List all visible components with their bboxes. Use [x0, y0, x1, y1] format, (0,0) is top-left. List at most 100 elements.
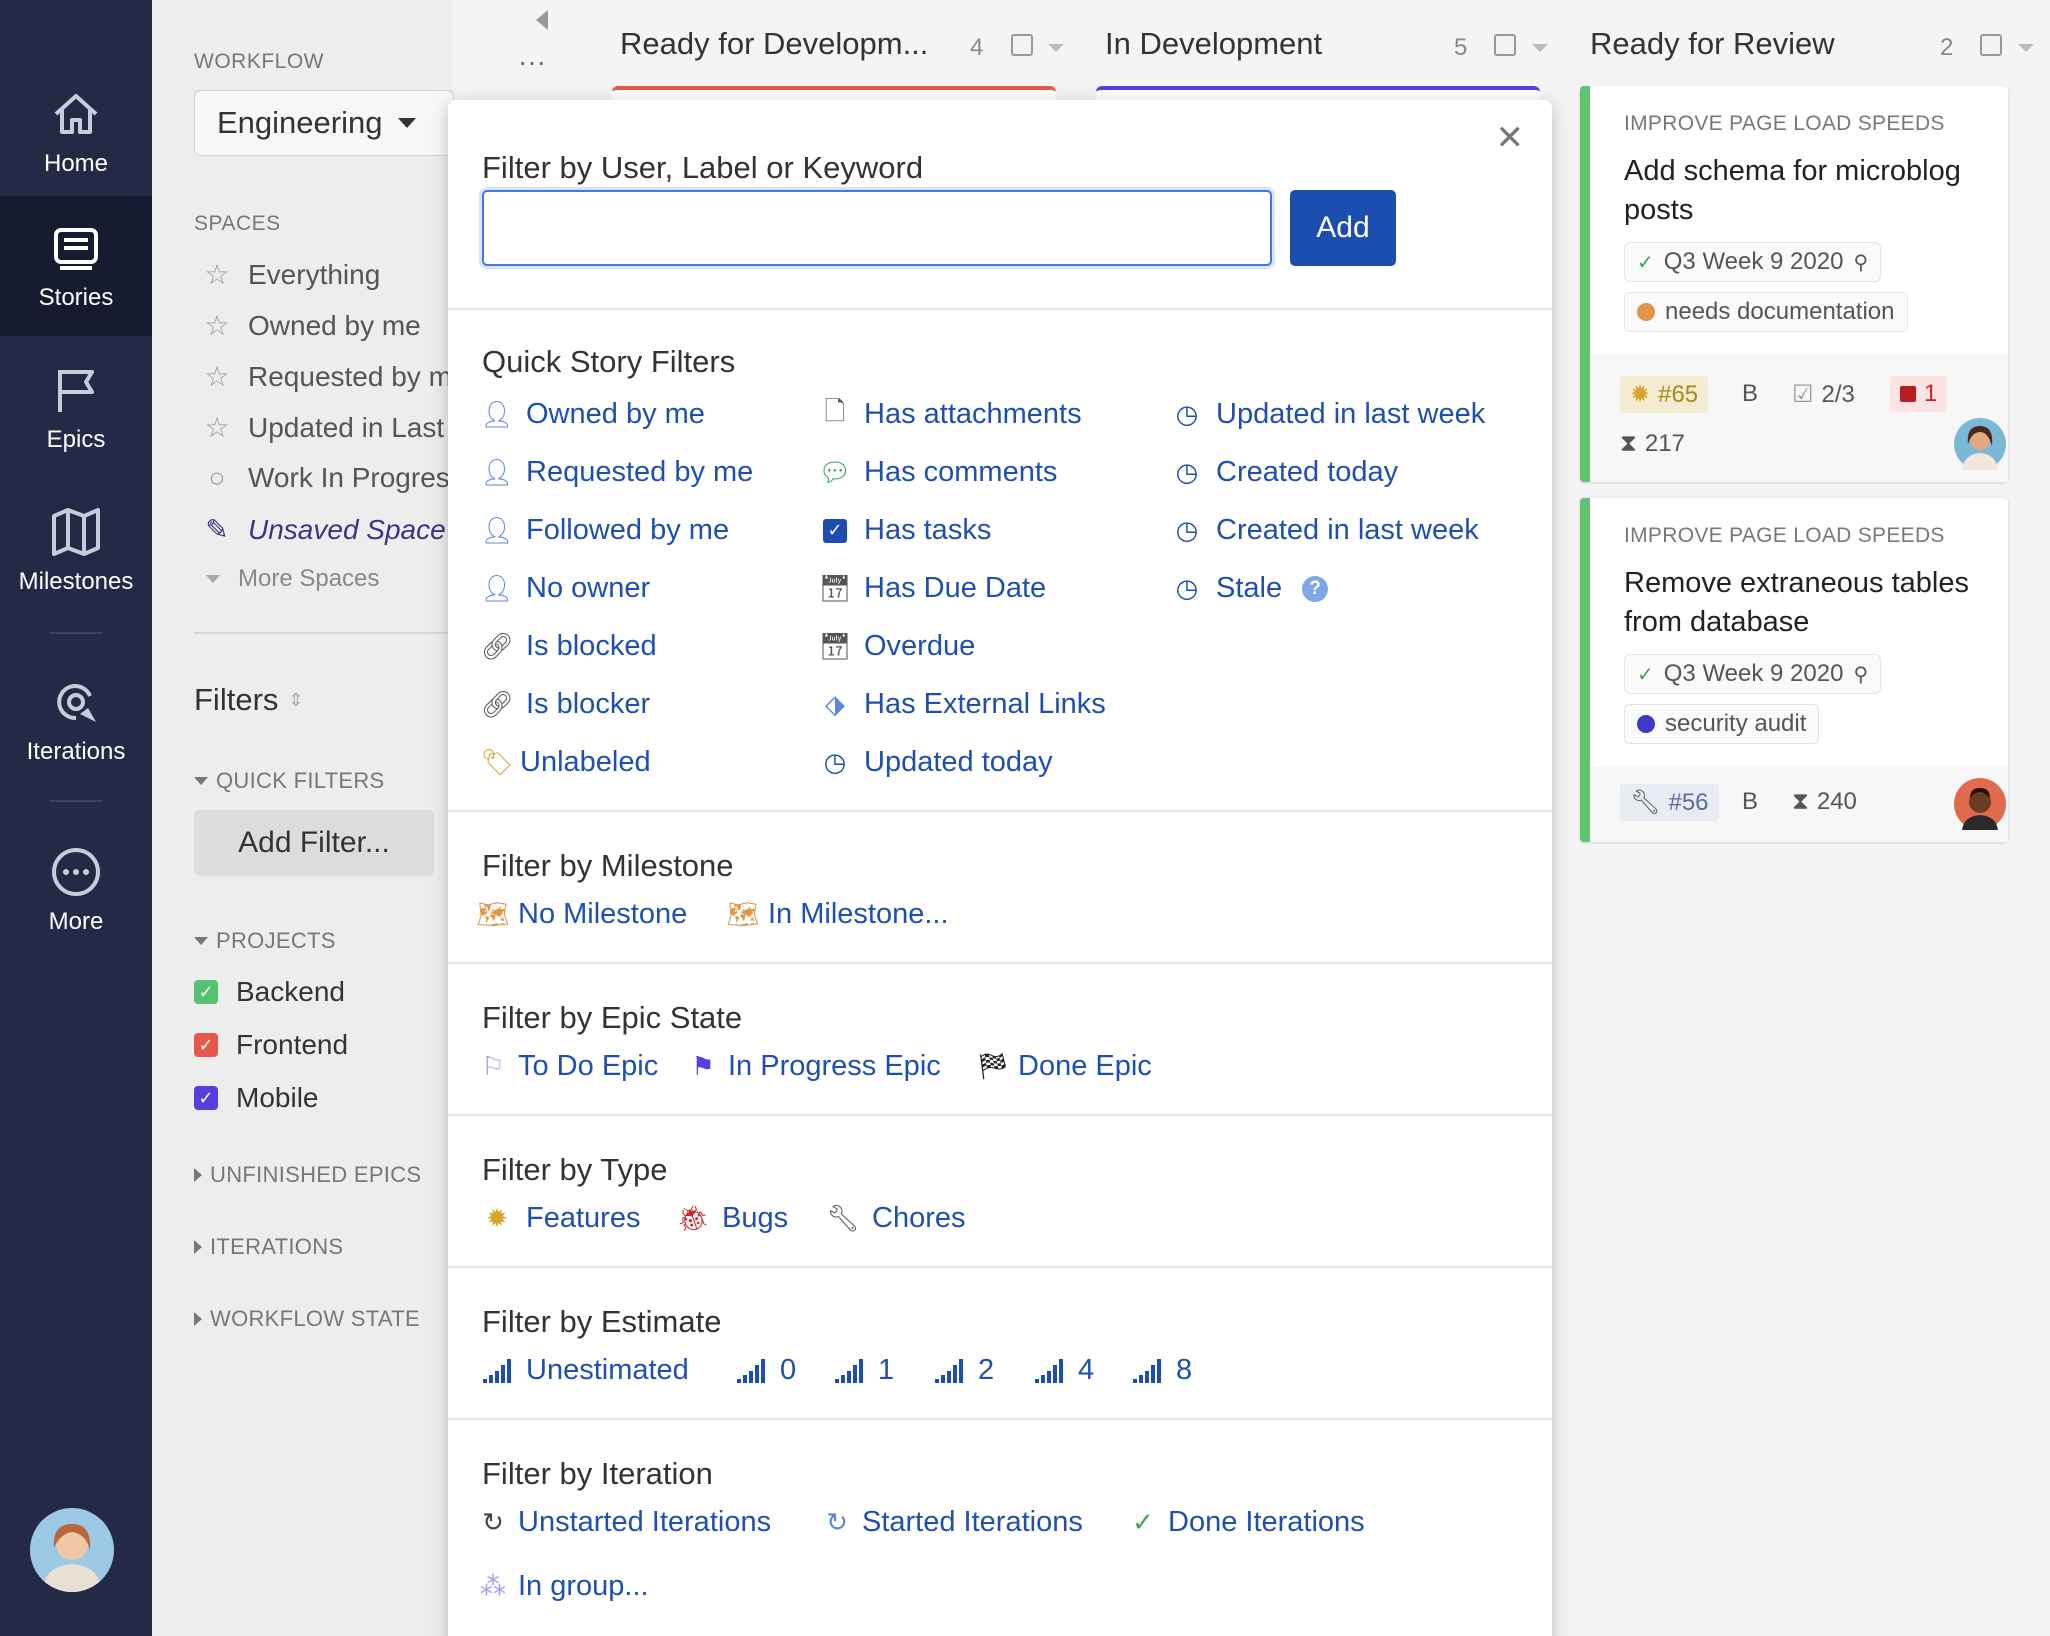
project-label: Backend: [236, 976, 345, 1007]
clock-icon: ◷: [823, 747, 847, 777]
iteration-filter-title: Filter by Iteration: [482, 1456, 713, 1491]
column-select-checkbox[interactable]: [1980, 34, 2002, 56]
nav-stories-label: Stories: [38, 284, 114, 311]
space-item[interactable]: ☆ Requested by me: [202, 360, 467, 393]
label-chip[interactable]: needs documentation: [1624, 292, 1908, 332]
filter-in-progress-epic[interactable]: ⚑ In Progress Epic: [688, 1050, 940, 1083]
filter-estimate-8[interactable]: 8: [1132, 1354, 1192, 1387]
chevron-down-icon[interactable]: [2018, 44, 2034, 52]
quick-filter-has-external-links[interactable]: ⬗ Has External Links: [820, 688, 1106, 721]
quick-filter-stale[interactable]: ◷ Stale?: [1172, 572, 1329, 605]
quick-filter-has-attachments[interactable]: 🗋︎ Has attachments: [820, 396, 1082, 431]
quick-filter-created-last-week[interactable]: ◷ Created in last week: [1172, 514, 1479, 547]
nav-iterations[interactable]: Iterations: [0, 650, 152, 790]
filter-popover: ✕ Filter by User, Label or Keyword Add Q…: [448, 100, 1552, 1636]
filter-unstarted-iterations[interactable]: ↻ Unstarted Iterations: [478, 1506, 771, 1539]
card-title[interactable]: Add schema for microblog posts: [1624, 152, 2004, 230]
checkered-flag-icon: 🏁︎: [976, 1051, 1010, 1081]
filter-estimate-1[interactable]: 1: [834, 1354, 894, 1387]
filter-search-input[interactable]: [482, 190, 1272, 266]
user-avatar[interactable]: [30, 1508, 114, 1592]
card-epic[interactable]: IMPROVE PAGE LOAD SPEEDS: [1624, 524, 1945, 548]
filter-estimate-2[interactable]: 2: [934, 1354, 994, 1387]
quick-filter-is-blocked[interactable]: 🔗︎ Is blocked: [481, 630, 657, 663]
space-item-unsaved[interactable]: ✎ Unsaved Space: [202, 513, 445, 546]
filter-no-milestone[interactable]: 🗺︎ No Milestone: [477, 898, 688, 931]
nav-milestones[interactable]: Milestones: [0, 480, 152, 620]
unfinished-epics-heading[interactable]: UNFINISHED EPICS: [194, 1162, 421, 1188]
space-item[interactable]: ☆ Owned by me: [202, 309, 420, 342]
space-item[interactable]: ○ Work In Progress: [202, 462, 464, 494]
filter-unestimated[interactable]: Unestimated: [482, 1354, 689, 1387]
quick-filter-requested-by-me[interactable]: 👤︎ Requested by me: [480, 456, 754, 489]
nav-home[interactable]: Home: [0, 62, 152, 202]
quick-filter-owned-by-me[interactable]: 👤︎ Owned by me: [481, 398, 705, 431]
quick-filter-updated-last-week[interactable]: ◷ Updated in last week: [1172, 398, 1486, 431]
filter-features[interactable]: ✹ Features: [482, 1202, 640, 1235]
nav-epics[interactable]: Epics: [0, 338, 152, 478]
filter-chores[interactable]: 🔧︎ Chores: [827, 1202, 966, 1235]
quick-filter-unlabeled[interactable]: 🏷︎ Unlabeled: [481, 746, 651, 779]
label-chip[interactable]: security audit: [1624, 704, 1820, 744]
chevron-down-icon[interactable]: [1532, 44, 1548, 52]
blocked-badge[interactable]: 1: [1890, 376, 1948, 412]
workflow-state-heading[interactable]: WORKFLOW STATE: [194, 1306, 420, 1332]
quick-filter-is-blocker[interactable]: 🔗︎ Is blocker: [481, 688, 651, 721]
workflow-select[interactable]: Engineering: [194, 90, 454, 156]
story-id-badge[interactable]: 🔧︎ #56: [1620, 784, 1719, 821]
iteration-chip[interactable]: ✓ Q3 Week 9 2020 ⚲: [1624, 242, 1882, 282]
user-icon: 👤︎: [480, 457, 514, 487]
quick-filter-has-comments[interactable]: 💬︎ Has comments: [819, 456, 1058, 489]
more-spaces-toggle[interactable]: More Spaces: [206, 565, 379, 593]
space-item[interactable]: ☆ Updated in Last: [202, 411, 444, 444]
help-icon[interactable]: ?: [1302, 575, 1329, 602]
filter-done-epic[interactable]: 🏁︎ Done Epic: [976, 1050, 1152, 1083]
quick-filter-no-owner[interactable]: 👤︎ No owner: [481, 572, 651, 605]
close-icon[interactable]: ✕: [1496, 118, 1525, 158]
project-checkbox-frontend[interactable]: ✓ Frontend: [194, 1029, 348, 1061]
filter-in-group[interactable]: ⁂ In group...: [478, 1570, 649, 1603]
filter-todo-epic[interactable]: ⚐ To Do Epic: [478, 1050, 658, 1083]
quick-filter-has-due-date[interactable]: 📅︎ Has Due Date: [819, 572, 1047, 605]
quick-filter-updated-today[interactable]: ◷ Updated today: [820, 746, 1053, 779]
filter-in-milestone[interactable]: 🗺︎ In Milestone...: [727, 898, 949, 931]
quick-filter-has-tasks[interactable]: ✓ Has tasks: [820, 514, 991, 547]
column-select-checkbox[interactable]: [1494, 34, 1516, 56]
filter-label: Unstarted Iterations: [518, 1506, 772, 1538]
chevron-down-icon[interactable]: [1048, 44, 1064, 52]
card-epic[interactable]: IMPROVE PAGE LOAD SPEEDS: [1624, 112, 1945, 136]
quick-filter-created-today[interactable]: ◷ Created today: [1172, 456, 1399, 489]
owner-avatar[interactable]: [1954, 418, 2006, 470]
filters-title[interactable]: Filters ⇕: [194, 682, 303, 718]
workflow-menu-icon[interactable]: ···: [518, 46, 546, 78]
nav-stories[interactable]: Stories: [0, 196, 152, 336]
nav-more[interactable]: More: [0, 820, 152, 960]
quick-filter-followed-by-me[interactable]: 👤︎ Followed by me: [481, 514, 730, 547]
story-id-badge[interactable]: ✹ #65: [1620, 376, 1709, 413]
filter-done-iterations[interactable]: ✓ Done Iterations: [1128, 1506, 1365, 1539]
filter-started-iterations[interactable]: ↻ Started Iterations: [822, 1506, 1083, 1539]
filter-bugs[interactable]: 🐞︎ Bugs: [677, 1202, 789, 1235]
card-title[interactable]: Remove extraneous tables from database: [1624, 564, 2004, 642]
collapse-sidebar-icon[interactable]: [536, 10, 548, 30]
quick-filters-heading[interactable]: QUICK FILTERS: [194, 768, 385, 794]
project-checkbox-backend[interactable]: ✓ Backend: [194, 976, 345, 1008]
space-item[interactable]: ☆ Everything: [202, 258, 380, 291]
add-filter-submit-button[interactable]: Add: [1290, 190, 1396, 266]
filter-estimate-0[interactable]: 0: [736, 1354, 796, 1387]
story-card[interactable]: IMPROVE PAGE LOAD SPEEDS Remove extraneo…: [1580, 498, 2008, 842]
column-select-checkbox[interactable]: [1011, 34, 1033, 56]
story-card[interactable]: IMPROVE PAGE LOAD SPEEDS Add schema for …: [1580, 86, 2008, 482]
add-filter-button[interactable]: Add Filter...: [194, 810, 434, 876]
iteration-chip[interactable]: ✓ Q3 Week 9 2020 ⚲: [1624, 654, 1882, 694]
filter-estimate-4[interactable]: 4: [1034, 1354, 1094, 1387]
iterations-heading[interactable]: ITERATIONS: [194, 1234, 343, 1260]
label-dot: [1637, 715, 1655, 733]
age-meta: ⧗ 240: [1792, 788, 1857, 816]
projects-heading[interactable]: PROJECTS: [194, 928, 336, 954]
chevron-right-icon: [194, 1240, 202, 1254]
project-checkbox-mobile[interactable]: ✓ Mobile: [194, 1082, 318, 1114]
owner-avatar[interactable]: [1954, 778, 2006, 830]
filter-label: To Do Epic: [518, 1050, 659, 1082]
quick-filter-overdue[interactable]: 📅︎ Overdue: [819, 630, 976, 663]
